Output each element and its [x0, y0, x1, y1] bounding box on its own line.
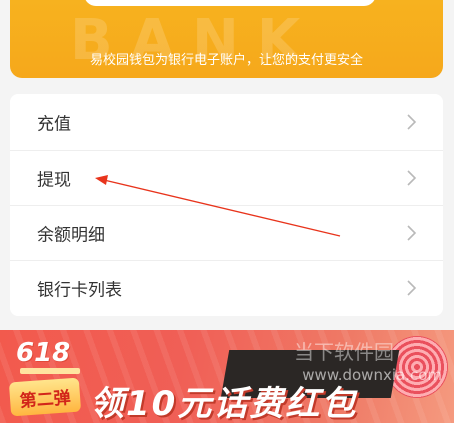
promo-banner[interactable]: 618 第二弹 领10元话费红包 当下软件园 www.downxia.com: [0, 330, 454, 423]
wallet-bank-card: BANK 易校园钱包为银行电子账户，让您的支付更安全: [10, 0, 443, 78]
menu-item-label: 提现: [37, 170, 71, 191]
balance-panel: [84, 0, 376, 6]
url-watermark: www.downxia.com: [302, 366, 442, 384]
site-watermark: 当下软件园: [294, 340, 394, 364]
menu-item-withdraw[interactable]: 提现: [10, 150, 443, 206]
menu-item-recharge[interactable]: 充值: [10, 94, 443, 150]
chevron-right-icon: [407, 280, 417, 296]
promo-618-badge: 618: [16, 338, 71, 368]
badge-underline: [20, 368, 80, 374]
security-notice: 易校园钱包为银行电子账户，让您的支付更安全: [89, 53, 363, 68]
menu-item-label: 银行卡列表: [37, 280, 122, 301]
chevron-right-icon: [407, 170, 417, 186]
wallet-menu-list: 充值 提现 余额明细 银行卡列表: [10, 94, 443, 316]
menu-item-label: 余额明细: [37, 225, 105, 246]
chevron-right-icon: [407, 114, 417, 130]
menu-item-bank-card-list[interactable]: 银行卡列表: [10, 260, 443, 316]
chevron-right-icon: [407, 225, 417, 241]
menu-item-label: 充值: [37, 114, 71, 135]
menu-item-balance-details[interactable]: 余额明细: [10, 205, 443, 261]
round-tag: 第二弹: [8, 377, 82, 417]
